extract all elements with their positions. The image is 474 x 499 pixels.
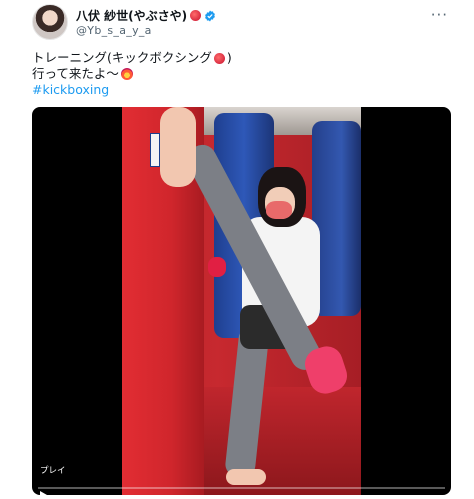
tweet-text-line-1: トレーニング(キックボクシング )	[32, 50, 442, 66]
tweet-text-part: )	[226, 50, 232, 65]
boxing-glove-icon	[190, 10, 202, 21]
verified-badge-icon	[204, 10, 216, 22]
tweet-card: 八伏 紗世(やぶさや) @Yb_s_a_y_a ··· トレーニング(キックボク…	[0, 0, 474, 499]
boxing-glove-icon	[213, 52, 225, 64]
video-progress-bar[interactable]	[38, 487, 445, 489]
tweet-text-part: 行って来たよ〜	[32, 66, 119, 81]
video-frame[interactable]	[122, 107, 361, 495]
video-player[interactable]: プレイ	[32, 107, 451, 495]
more-options-icon[interactable]: ···	[431, 6, 448, 24]
bag-label	[150, 133, 160, 167]
face-mask	[266, 201, 292, 219]
boxing-glove	[208, 257, 226, 277]
author-handle[interactable]: @Yb_s_a_y_a	[76, 24, 152, 37]
tweet-header: 八伏 紗世(やぶさや) @Yb_s_a_y_a ···	[32, 4, 452, 42]
tweet-text-part: トレーニング(キックボクシング	[32, 50, 212, 65]
tweet-text-line-3: #kickboxing	[32, 82, 442, 98]
author-name-line[interactable]: 八伏 紗世(やぶさや)	[76, 7, 216, 24]
person-foot-kicking	[160, 107, 196, 187]
tweet-text-line-2: 行って来たよ〜	[32, 66, 442, 82]
author-avatar[interactable]	[32, 4, 68, 40]
hashtag-link[interactable]: #kickboxing	[32, 82, 109, 98]
fire-heart-icon	[120, 68, 133, 80]
play-icon[interactable]	[40, 491, 47, 495]
person-foot	[226, 469, 266, 485]
author-name[interactable]: 八伏 紗世(やぶさや)	[76, 7, 187, 24]
tweet-text: トレーニング(キックボクシング ) 行って来たよ〜 #kickboxing	[32, 50, 442, 98]
play-label[interactable]: プレイ	[40, 464, 66, 476]
